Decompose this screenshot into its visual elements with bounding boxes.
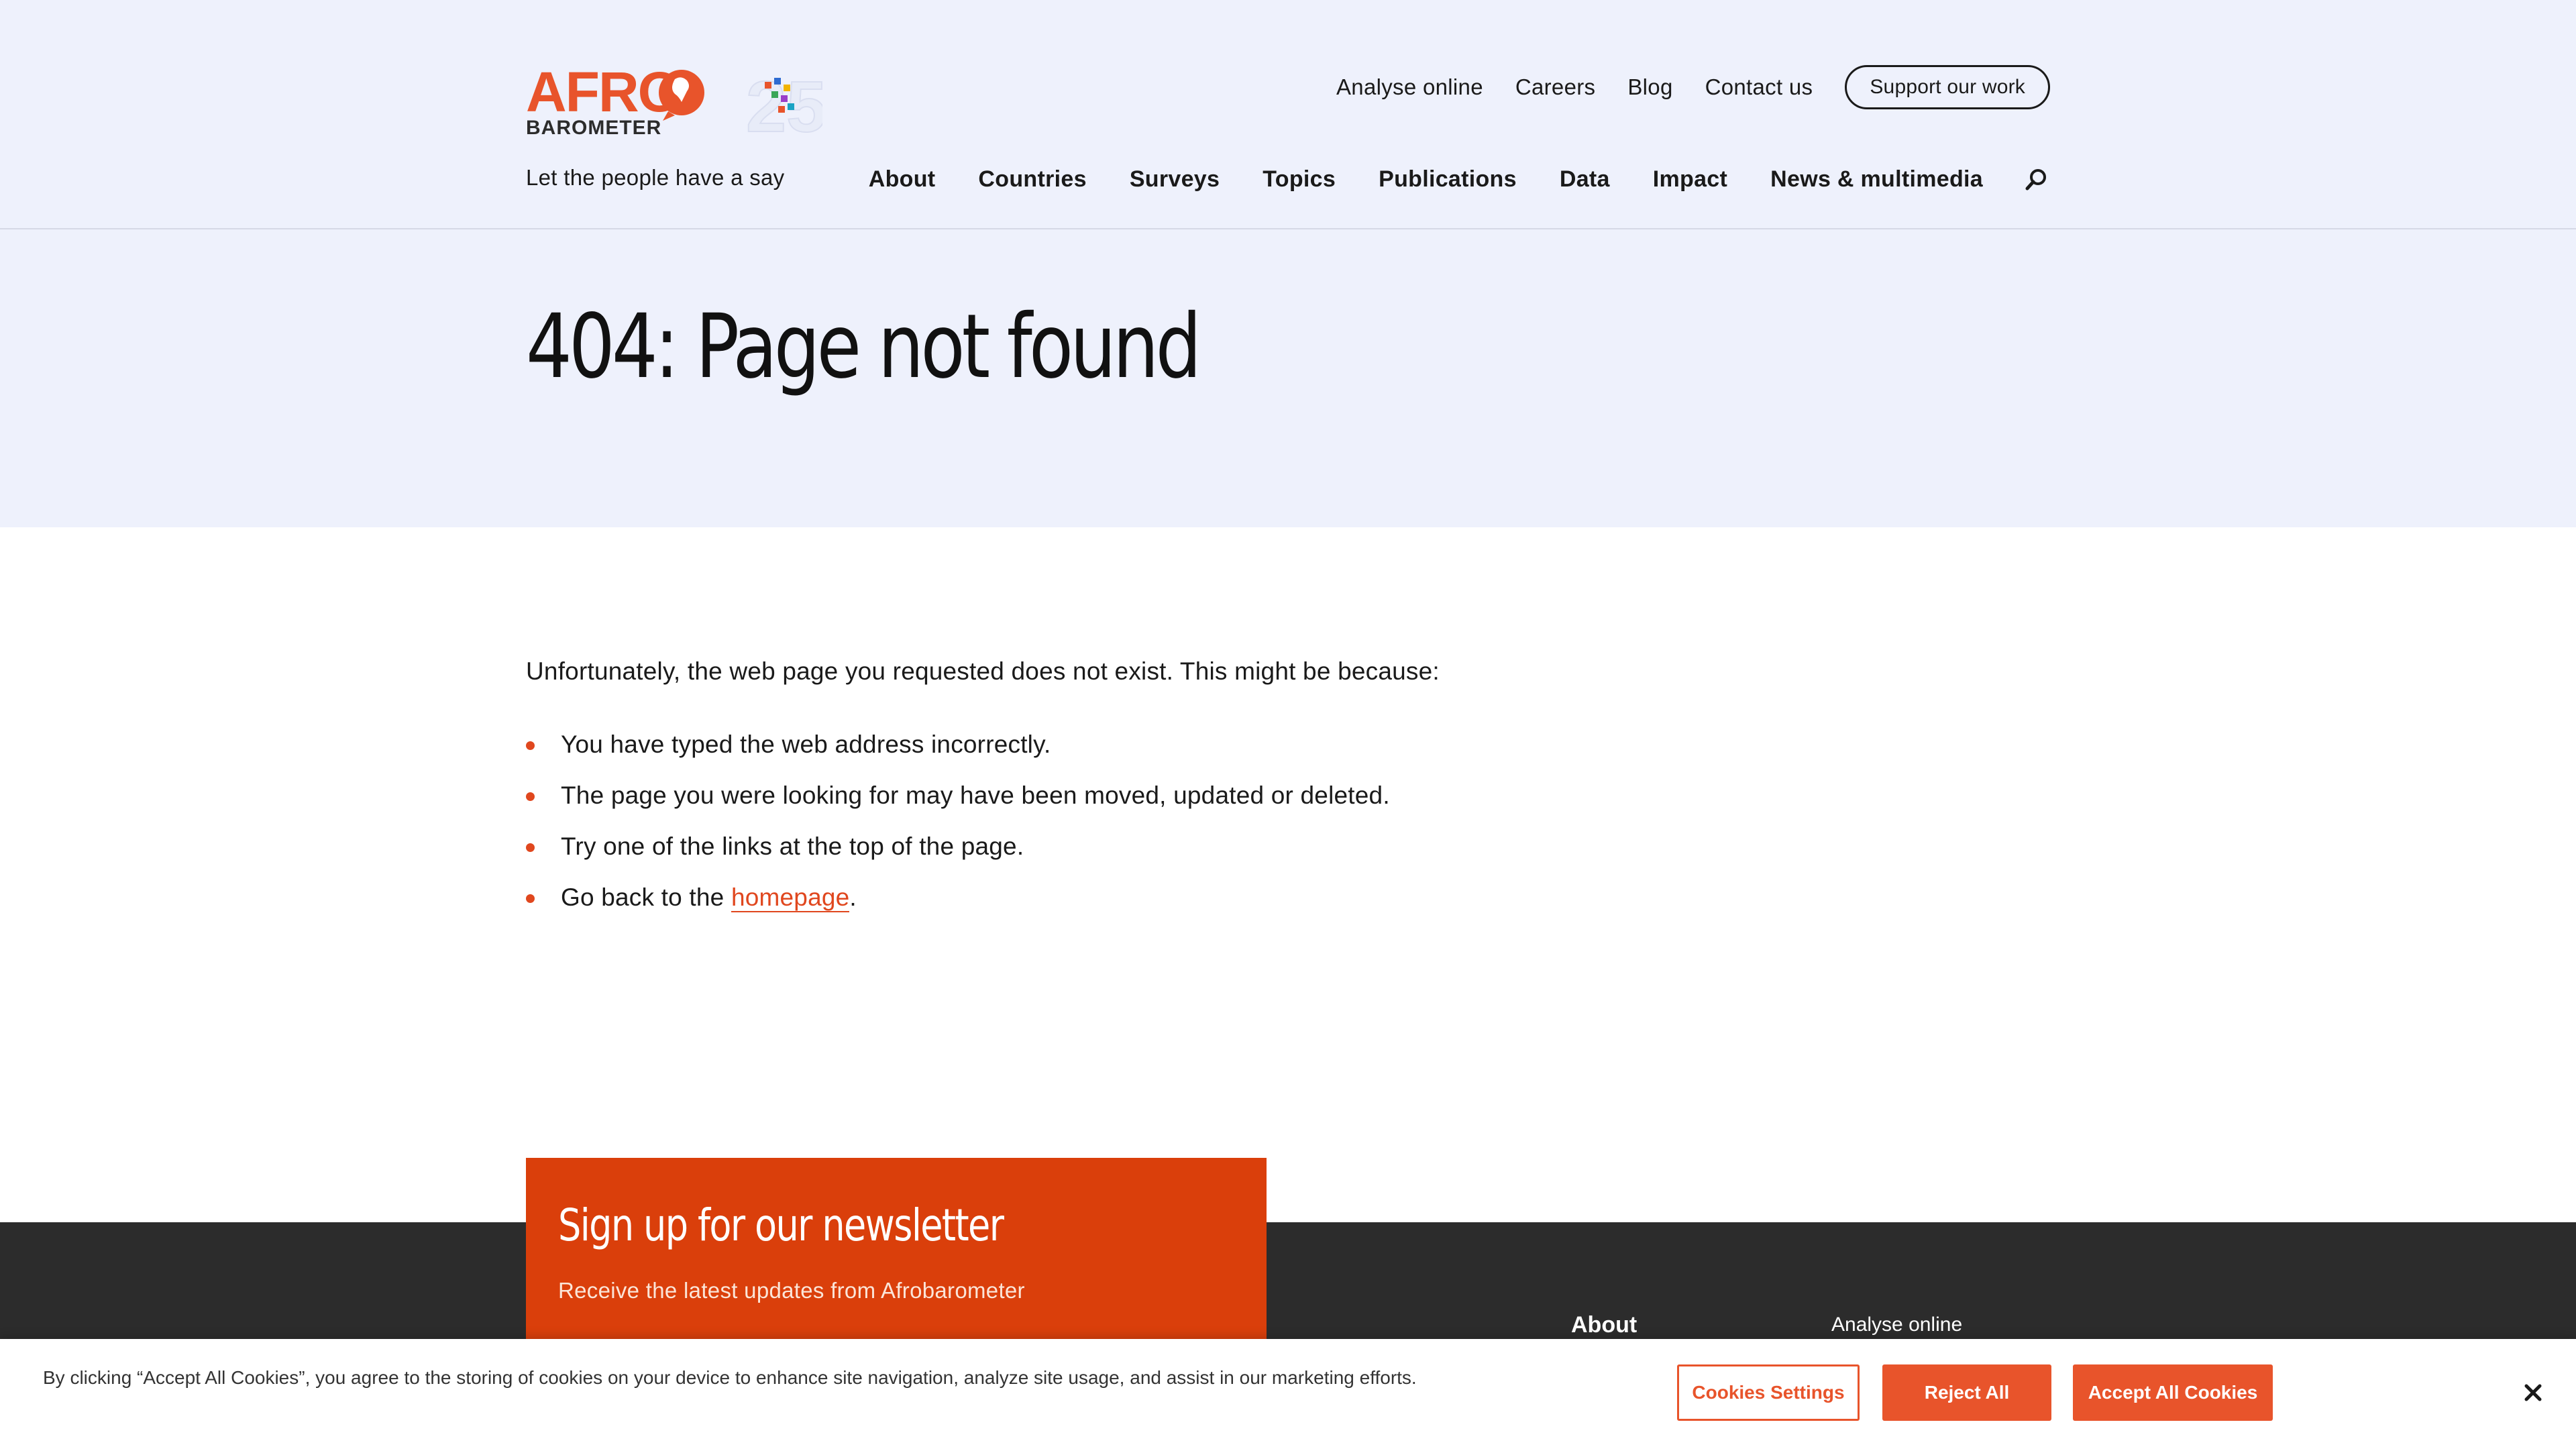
nav-topics[interactable]: Topics	[1263, 166, 1336, 193]
cookie-text: By clicking “Accept All Cookies”, you ag…	[43, 1367, 1417, 1388]
nav-contact-us[interactable]: Contact us	[1705, 74, 1813, 100]
reject-all-button[interactable]: Reject All	[1882, 1364, 2051, 1421]
close-icon[interactable]	[2517, 1377, 2549, 1409]
accept-all-cookies-button[interactable]: Accept All Cookies	[2073, 1364, 2273, 1421]
nav-surveys[interactable]: Surveys	[1130, 166, 1220, 193]
homepage-link[interactable]: homepage	[731, 883, 850, 912]
nav-publications[interactable]: Publications	[1379, 166, 1517, 193]
newsletter-signup: Sign up for our newsletter Receive the l…	[526, 1158, 1267, 1359]
site-header: AFRO BAROMETER 25 Let the people have a …	[0, 0, 2576, 229]
nav-impact[interactable]: Impact	[1653, 166, 1727, 193]
page-hero: 404: Page not found	[0, 229, 2576, 527]
list-item: The page you were looking for may have b…	[526, 770, 1733, 821]
nav-blog[interactable]: Blog	[1627, 74, 1672, 100]
logo-text-barometer: BAROMETER	[526, 117, 661, 138]
site-tagline: Let the people have a say	[526, 165, 785, 190]
logo-text-afro: AFRO	[526, 64, 680, 123]
newsletter-subtitle: Receive the latest updates from Afrobaro…	[558, 1278, 1025, 1303]
footer-analyse-online-link[interactable]: Analyse online	[1831, 1313, 1962, 1336]
list-item: Try one of the links at the top of the p…	[526, 821, 1733, 872]
page-title: 404: Page not found	[526, 295, 1201, 398]
search-icon[interactable]	[2023, 166, 2050, 193]
nav-data[interactable]: Data	[1560, 166, 1610, 193]
afrobarometer-logo[interactable]: AFRO BAROMETER	[526, 64, 707, 138]
nav-countries[interactable]: Countries	[978, 166, 1086, 193]
utility-nav: Analyse online Careers Blog Contact us S…	[1304, 64, 2050, 110]
anniversary-25-icon: 25	[745, 65, 822, 138]
bullet-icon	[526, 843, 535, 852]
list-item: Go back to the homepage.	[526, 872, 1733, 923]
cookies-settings-button[interactable]: Cookies Settings	[1677, 1364, 1860, 1421]
footer-about-heading[interactable]: About	[1571, 1312, 1637, 1338]
main-nav: About Countries Surveys Topics Publicati…	[869, 161, 2050, 197]
bullet-icon	[526, 741, 535, 750]
main-content: Unfortunately, the web page you requeste…	[526, 657, 1733, 923]
bullet-icon	[526, 792, 535, 801]
nav-news-multimedia[interactable]: News & multimedia	[1770, 166, 1983, 193]
support-our-work-button[interactable]: Support our work	[1845, 65, 2050, 109]
intro-text: Unfortunately, the web page you requeste…	[526, 657, 1440, 685]
nav-about[interactable]: About	[869, 166, 936, 193]
reasons-list: You have typed the web address incorrect…	[526, 719, 1733, 923]
nav-careers[interactable]: Careers	[1515, 74, 1595, 100]
bullet-icon	[526, 894, 535, 903]
cookie-banner: By clicking “Accept All Cookies”, you ag…	[0, 1339, 2576, 1449]
nav-analyse-online[interactable]: Analyse online	[1336, 74, 1483, 100]
list-item: You have typed the web address incorrect…	[526, 719, 1733, 770]
newsletter-title: Sign up for our newsletter	[558, 1199, 1004, 1251]
